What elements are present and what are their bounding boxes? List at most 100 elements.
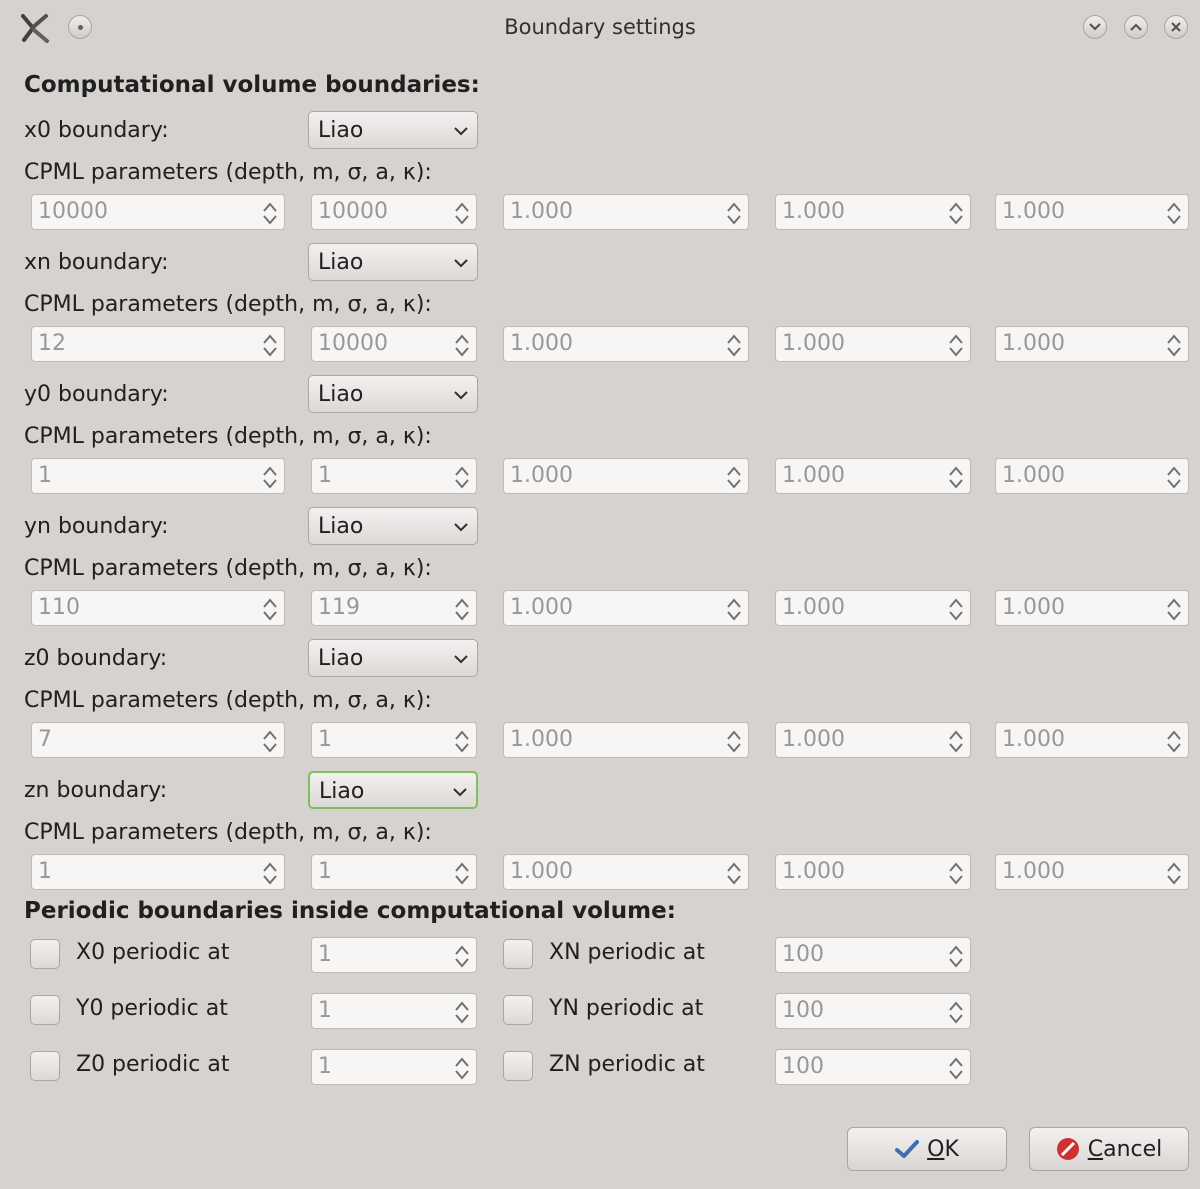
computational-section-title: Computational volume boundaries: xyxy=(24,72,480,98)
spin-arrows-icon[interactable] xyxy=(453,998,471,1026)
cpml-param-spinbox[interactable]: 7 xyxy=(31,722,285,758)
spin-arrows-icon[interactable] xyxy=(725,331,743,359)
cpml-param-spinbox[interactable]: 1 xyxy=(311,458,477,494)
cpml-param-spinbox[interactable]: 1.000 xyxy=(775,458,971,494)
spin-arrows-icon[interactable] xyxy=(261,199,279,227)
spin-arrows-icon[interactable] xyxy=(725,199,743,227)
spin-arrows-icon[interactable] xyxy=(453,331,471,359)
spin-arrows-icon[interactable] xyxy=(725,727,743,755)
spin-arrows-icon[interactable] xyxy=(947,942,965,970)
cancel-button[interactable]: Cancel xyxy=(1029,1127,1189,1171)
cpml-param-spinbox[interactable]: 1.000 xyxy=(995,590,1189,626)
boundary-type-combo[interactable]: Liao xyxy=(308,111,478,149)
boundary-type-combo[interactable]: Liao xyxy=(308,771,478,809)
cpml-param-spinbox[interactable]: 1.000 xyxy=(503,590,749,626)
cpml-param-spinbox[interactable]: 1 xyxy=(311,722,477,758)
periodic-checkbox-left[interactable] xyxy=(30,995,60,1025)
minimize-icon[interactable] xyxy=(1083,15,1107,39)
cpml-parameters-label: CPML parameters (depth, m, σ, a, κ): xyxy=(24,556,432,581)
periodic-spinbox-left[interactable]: 1 xyxy=(311,1049,477,1085)
periodic-checkbox-left[interactable] xyxy=(30,939,60,969)
spin-arrows-icon[interactable] xyxy=(1165,859,1183,887)
cpml-parameters-label: CPML parameters (depth, m, σ, a, κ): xyxy=(24,160,432,185)
boundary-type-combo[interactable]: Liao xyxy=(308,375,478,413)
spin-arrows-icon[interactable] xyxy=(261,463,279,491)
cpml-param-spinbox[interactable]: 1 xyxy=(31,854,285,890)
periodic-checkbox-right[interactable] xyxy=(503,995,533,1025)
spinbox-value: 1 xyxy=(38,463,52,488)
boundary-type-combo[interactable]: Liao xyxy=(308,639,478,677)
ok-button[interactable]: OK xyxy=(847,1127,1007,1171)
spin-arrows-icon[interactable] xyxy=(261,595,279,623)
spin-arrows-icon[interactable] xyxy=(453,595,471,623)
cpml-param-spinbox[interactable]: 110 xyxy=(31,590,285,626)
spin-arrows-icon[interactable] xyxy=(1165,199,1183,227)
cpml-parameters-label: CPML parameters (depth, m, σ, a, κ): xyxy=(24,424,432,449)
close-icon[interactable] xyxy=(1164,15,1188,39)
cpml-param-spinbox[interactable]: 1.000 xyxy=(995,326,1189,362)
periodic-label-right: XN periodic at xyxy=(549,940,705,965)
spin-arrows-icon[interactable] xyxy=(947,595,965,623)
spinbox-value: 1.000 xyxy=(510,727,573,752)
cpml-param-spinbox[interactable]: 1.000 xyxy=(995,854,1189,890)
spin-arrows-icon[interactable] xyxy=(1165,331,1183,359)
combo-value: Liao xyxy=(319,779,365,804)
cpml-param-spinbox[interactable]: 10000 xyxy=(31,194,285,230)
periodic-spinbox-right[interactable]: 100 xyxy=(775,1049,971,1085)
spinbox-value: 7 xyxy=(38,727,52,752)
spin-arrows-icon[interactable] xyxy=(947,998,965,1026)
cpml-param-spinbox[interactable]: 1 xyxy=(311,854,477,890)
spin-arrows-icon[interactable] xyxy=(947,331,965,359)
periodic-spinbox-left[interactable]: 1 xyxy=(311,937,477,973)
spin-arrows-icon[interactable] xyxy=(725,463,743,491)
spin-arrows-icon[interactable] xyxy=(947,727,965,755)
cpml-param-spinbox[interactable]: 12 xyxy=(31,326,285,362)
cpml-param-spinbox[interactable]: 1.000 xyxy=(775,326,971,362)
spin-arrows-icon[interactable] xyxy=(725,859,743,887)
cpml-param-spinbox[interactable]: 1.000 xyxy=(995,458,1189,494)
cpml-param-spinbox[interactable]: 1.000 xyxy=(503,458,749,494)
spin-arrows-icon[interactable] xyxy=(261,727,279,755)
cpml-param-spinbox[interactable]: 1.000 xyxy=(775,854,971,890)
boundary-type-combo[interactable]: Liao xyxy=(308,243,478,281)
spinbox-value: 1 xyxy=(318,942,332,967)
cpml-param-spinbox[interactable]: 1 xyxy=(31,458,285,494)
periodic-spinbox-right[interactable]: 100 xyxy=(775,937,971,973)
periodic-checkbox-left[interactable] xyxy=(30,1051,60,1081)
cpml-param-spinbox[interactable]: 119 xyxy=(311,590,477,626)
spin-arrows-icon[interactable] xyxy=(947,1054,965,1082)
spin-arrows-icon[interactable] xyxy=(453,727,471,755)
periodic-spinbox-right[interactable]: 100 xyxy=(775,993,971,1029)
cpml-param-spinbox[interactable]: 1.000 xyxy=(775,722,971,758)
spin-arrows-icon[interactable] xyxy=(261,859,279,887)
spin-arrows-icon[interactable] xyxy=(1165,727,1183,755)
spinbox-value: 1.000 xyxy=(1002,595,1065,620)
periodic-checkbox-right[interactable] xyxy=(503,1051,533,1081)
spin-arrows-icon[interactable] xyxy=(1165,595,1183,623)
spin-arrows-icon[interactable] xyxy=(947,463,965,491)
periodic-spinbox-left[interactable]: 1 xyxy=(311,993,477,1029)
cpml-param-spinbox[interactable]: 1.000 xyxy=(503,326,749,362)
spin-arrows-icon[interactable] xyxy=(1165,463,1183,491)
spin-arrows-icon[interactable] xyxy=(947,199,965,227)
cpml-param-spinbox[interactable]: 1.000 xyxy=(995,722,1189,758)
spin-arrows-icon[interactable] xyxy=(453,1054,471,1082)
boundary-type-combo[interactable]: Liao xyxy=(308,507,478,545)
spin-arrows-icon[interactable] xyxy=(947,859,965,887)
spin-arrows-icon[interactable] xyxy=(453,463,471,491)
spin-arrows-icon[interactable] xyxy=(725,595,743,623)
cpml-param-spinbox[interactable]: 10000 xyxy=(311,194,477,230)
cpml-param-spinbox[interactable]: 1.000 xyxy=(995,194,1189,230)
spin-arrows-icon[interactable] xyxy=(453,199,471,227)
spin-arrows-icon[interactable] xyxy=(261,331,279,359)
cpml-param-spinbox[interactable]: 1.000 xyxy=(503,194,749,230)
cpml-param-spinbox[interactable]: 1.000 xyxy=(775,194,971,230)
cpml-param-spinbox[interactable]: 1.000 xyxy=(503,722,749,758)
cpml-param-spinbox[interactable]: 10000 xyxy=(311,326,477,362)
cpml-param-spinbox[interactable]: 1.000 xyxy=(503,854,749,890)
periodic-checkbox-right[interactable] xyxy=(503,939,533,969)
cpml-param-spinbox[interactable]: 1.000 xyxy=(775,590,971,626)
spin-arrows-icon[interactable] xyxy=(453,942,471,970)
maximize-icon[interactable] xyxy=(1124,15,1148,39)
spin-arrows-icon[interactable] xyxy=(453,859,471,887)
